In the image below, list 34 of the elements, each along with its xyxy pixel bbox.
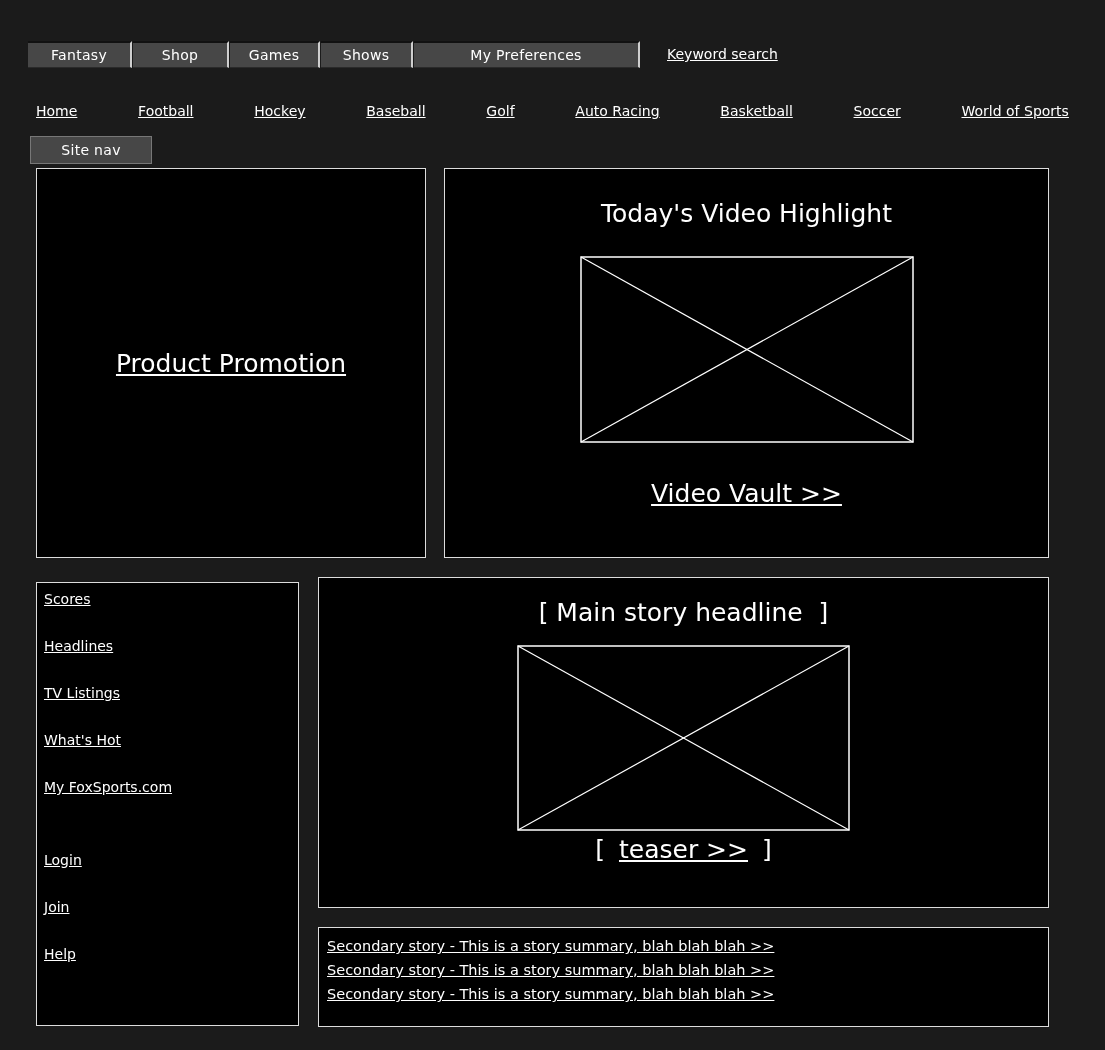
account-link[interactable]: Login [44,852,82,868]
sport-link[interactable]: Soccer [853,103,901,119]
sport-link[interactable]: Auto Racing [575,103,660,119]
secondary-story-link[interactable]: Secondary story - This is a story summary, blah blah blah >> [327,958,775,982]
sport-link[interactable]: Hockey [254,103,306,119]
sport-link[interactable]: Home [36,103,78,119]
main-story-headline: [ Main story headline ] [538,598,829,627]
nav-tab[interactable]: Shop [133,40,229,68]
sidebar-link[interactable]: TV Listings [44,685,120,701]
sidebar-link[interactable]: Scores [44,591,91,607]
sport-link[interactable]: Basketball [720,103,793,119]
bracket-text: [ [595,835,605,864]
video-vault-link[interactable]: Video Vault >> [651,479,842,508]
promo-link[interactable]: Product Promotion [115,348,347,378]
sport-link[interactable]: Baseball [366,103,426,119]
site-nav-button[interactable]: Site nav [30,136,152,164]
secondary-story-link[interactable]: Secondary story - This is a story summary, blah blah blah >> [327,982,775,1006]
secondary-story-link[interactable]: Secondary story - This is a story summary, blah blah blah >> [327,934,775,958]
sport-link[interactable]: World of Sports [961,103,1069,119]
nav-tab[interactable]: My Preferences [414,40,640,68]
bracket-text: ] [762,835,772,864]
sidebar-link[interactable]: My FoxSports.com [44,779,173,795]
nav-tab[interactable]: Fantasy [28,40,132,68]
sidebar-link[interactable]: What's Hot [44,732,121,748]
video-title: Today's Video Highlight [601,199,892,228]
sidebar-link[interactable]: Headlines [44,638,114,654]
teaser-link[interactable]: teaser >> [619,835,748,864]
nav-tab[interactable]: Games [230,40,320,68]
keyword-search-link[interactable]: Keyword search [667,46,778,62]
sport-link[interactable]: Golf [486,103,515,119]
sport-link[interactable]: Football [138,103,194,119]
account-link[interactable]: Help [44,946,76,962]
account-link[interactable]: Join [44,899,70,915]
nav-tab[interactable]: Shows [321,40,413,68]
